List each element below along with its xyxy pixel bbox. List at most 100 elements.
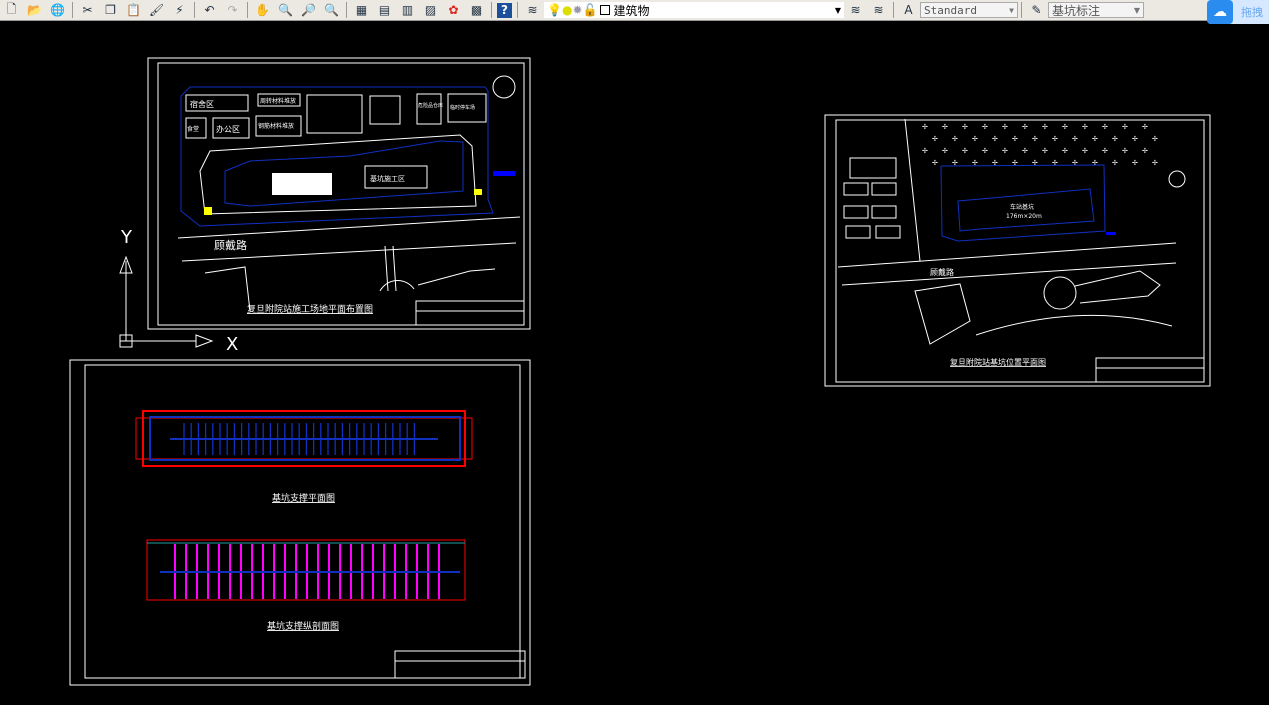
tree-icon: ✢ xyxy=(962,123,968,131)
zone-dormitory: 宿舍区 xyxy=(190,99,214,109)
color-swatch-icon xyxy=(600,5,611,15)
tree-icon: ✢ xyxy=(1072,159,1078,167)
divider xyxy=(491,2,492,18)
tool-palettes-icon[interactable]: ▥ xyxy=(398,1,417,19)
sheet3-title: 复旦附院站基坑位置平面图 xyxy=(950,357,1046,367)
zone-hazard-storage: 危险品仓库 xyxy=(418,102,443,109)
design-center-icon[interactable]: ▤ xyxy=(375,1,394,19)
tree-icon: ✢ xyxy=(1082,123,1088,131)
tree-icon: ✢ xyxy=(952,135,958,143)
title-block xyxy=(415,300,525,326)
tree-icon: ✢ xyxy=(1112,159,1118,167)
tree-icon: ✢ xyxy=(1152,135,1158,143)
tree-icon: ✢ xyxy=(1082,147,1088,155)
layer-manager-icon[interactable]: ≋ xyxy=(523,1,542,19)
pan-icon[interactable]: ✋ xyxy=(253,1,272,19)
text-style-icon[interactable]: A xyxy=(899,1,918,19)
zone-canteen: 食堂 xyxy=(187,125,199,133)
station-block xyxy=(272,173,332,195)
chevron-down-icon[interactable]: ▼ xyxy=(1134,6,1140,15)
tree-icon: ✢ xyxy=(992,135,998,143)
pit-size: 176m×20m xyxy=(1006,213,1042,220)
sun-icon[interactable]: ● xyxy=(562,3,572,17)
tree-icon: ✢ xyxy=(1122,123,1128,131)
properties-icon[interactable]: ▦ xyxy=(352,1,371,19)
tree-icon: ✢ xyxy=(1152,159,1158,167)
zone-pit-label: 基坑施工区 xyxy=(370,174,405,183)
chevron-down-icon[interactable]: ▼ xyxy=(1009,6,1014,15)
undo-icon[interactable]: ↶ xyxy=(200,1,219,19)
zoom-window-icon[interactable]: 🔎 xyxy=(299,1,318,19)
standard-toolbar: 🗋 📂 🌐 ✂ ❐ 📋 🖌 ⚡ ↶ ↷ ✋ 🔍 🔎 🔍 ▦ ▤ ▥ ▨ ✿ ▩ … xyxy=(0,0,1269,24)
text-style-dropdown[interactable]: Standard ▼ xyxy=(920,2,1018,18)
ucs-x-label: X xyxy=(226,334,238,355)
markup-icon[interactable]: ✿ xyxy=(444,1,463,19)
tree-icon: ✢ xyxy=(1022,147,1028,155)
tree-icon: ✢ xyxy=(962,147,968,155)
tree-icon: ✢ xyxy=(1142,147,1148,155)
tree-icon: ✢ xyxy=(1042,123,1048,131)
block-editor-icon[interactable]: ⚡ xyxy=(170,1,189,19)
publish-icon[interactable]: 🌐 xyxy=(48,1,67,19)
tree-icon: ✢ xyxy=(982,123,988,131)
zoom-realtime-icon[interactable]: 🔍 xyxy=(276,1,295,19)
divider xyxy=(247,2,248,18)
paste-icon[interactable]: 📋 xyxy=(124,1,143,19)
divider xyxy=(346,2,347,18)
tree-icon: ✢ xyxy=(1102,147,1108,155)
tree-icon: ✢ xyxy=(1072,135,1078,143)
sheet-site-layout[interactable]: 基坑施工区 宿舍区 办公区 食堂 钢筋材料堆放 周转材料堆放 危险品仓库 临时停… xyxy=(147,57,531,330)
zoom-previous-icon[interactable]: 🔍 xyxy=(322,1,341,19)
tree-icon: ✢ xyxy=(1102,123,1108,131)
road-label: 顾戴路 xyxy=(930,267,954,277)
sheet-support-drawings[interactable]: 基坑支撑平面图 基坑支撑纵剖面图 xyxy=(69,359,531,686)
cut-icon[interactable]: ✂ xyxy=(78,1,97,19)
match-properties-icon[interactable]: 🖌 xyxy=(147,1,166,19)
chevron-down-icon[interactable]: ▼ xyxy=(835,6,841,15)
dim-style-icon[interactable]: ✎ xyxy=(1027,1,1046,19)
dim-style-dropdown[interactable]: 基坑标注 ▼ xyxy=(1048,2,1144,18)
sheet-pit-location[interactable]: ✢ ✢ ✢ ✢ ✢ ✢ ✢ ✢ ✢ ✢ ✢ ✢ ✢ ✢ ✢ ✢ ✢ ✢ ✢ ✢ ✢ ✢ ✢ ✢ ✢ ✢ ✢ ✢ ✢ ✢ ✢ ✢ ✢ ✢ ✢ ✢ ✢ ✢ ✢ ✢… xyxy=(824,114,1211,387)
tree-icon: ✢ xyxy=(932,159,938,167)
lightbulb-icon[interactable]: 💡 xyxy=(547,3,562,17)
road-label: 顾戴路 xyxy=(214,238,247,252)
layer-dropdown[interactable]: 💡 ● ✹ 🔓 建筑物 ▼ xyxy=(544,2,844,18)
tree-icon: ✢ xyxy=(1052,135,1058,143)
tree-icon: ✢ xyxy=(1002,147,1008,155)
tree-icon: ✢ xyxy=(942,147,948,155)
support-plan-title: 基坑支撑平面图 xyxy=(272,492,335,504)
support-section-title: 基坑支撑纵剖面图 xyxy=(267,620,339,632)
sheet-set-icon[interactable]: ▨ xyxy=(421,1,440,19)
title-block xyxy=(1095,357,1205,383)
tree-icon: ✢ xyxy=(1112,135,1118,143)
tree-icon: ✢ xyxy=(1142,123,1148,131)
help-icon[interactable]: ? xyxy=(497,2,512,18)
tree-icon: ✢ xyxy=(932,135,938,143)
tree-icon: ✢ xyxy=(922,147,928,155)
trees: ✢ ✢ ✢ ✢ ✢ ✢ ✢ ✢ ✢ ✢ ✢ ✢ ✢ ✢ ✢ ✢ ✢ ✢ ✢ ✢ ✢ ✢ ✢ ✢ ✢ ✢ ✢ ✢ ✢ ✢ ✢ ✢ ✢ ✢ ✢ ✢ ✢ ✢ ✢ ✢… xyxy=(922,123,1158,167)
dim-style-value: 基坑标注 xyxy=(1052,3,1101,18)
layer-previous-icon[interactable]: ≋ xyxy=(869,1,888,19)
tree-icon: ✢ xyxy=(942,123,948,131)
freeze-icon[interactable]: ✹ xyxy=(572,3,582,17)
tree-icon: ✢ xyxy=(1042,147,1048,155)
calculator-icon[interactable]: ▩ xyxy=(467,1,486,19)
tree-icon: ✢ xyxy=(1132,159,1138,167)
pit-label: 车站基坑 xyxy=(1010,203,1034,211)
ucs-y-label: Y xyxy=(120,227,133,248)
make-layer-current-icon[interactable]: ≋ xyxy=(846,1,865,19)
open-icon[interactable]: 📂 xyxy=(25,1,44,19)
zone-parking: 临时停车场 xyxy=(450,104,475,111)
copy-icon[interactable]: ❐ xyxy=(101,1,120,19)
new-icon[interactable]: 🗋 xyxy=(2,1,21,19)
tree-icon: ✢ xyxy=(1002,123,1008,131)
sheet1-title: 复旦附院站施工场地平面布置图 xyxy=(247,303,373,315)
redo-icon[interactable]: ↷ xyxy=(223,1,242,19)
lock-icon[interactable]: 🔓 xyxy=(583,3,598,17)
cloud-label: 拖拽 xyxy=(1241,6,1263,19)
layer-name: 建筑物 xyxy=(613,3,650,18)
model-space-canvas[interactable]: Y X 基坑施工区 宿舍区 办公区 食堂 钢筋材料堆放 周转材料堆放 危险品仓库… xyxy=(0,21,1269,705)
title-block xyxy=(394,650,526,679)
tree-icon: ✢ xyxy=(1092,159,1098,167)
tree-icon: ✢ xyxy=(1032,135,1038,143)
